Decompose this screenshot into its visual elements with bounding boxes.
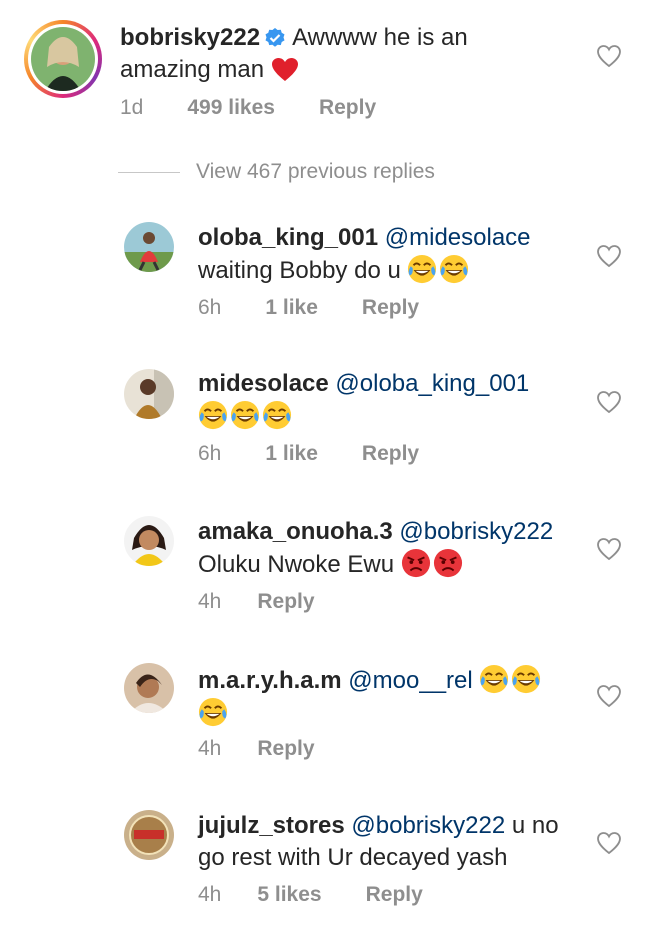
comment-meta: 4h 5 likes Reply <box>198 883 467 907</box>
heart-outline-icon[interactable] <box>596 831 622 855</box>
red-heart-emoji <box>271 58 298 81</box>
comment-meta: 6h 1 like Reply <box>198 296 463 320</box>
tears-of-joy-emoji <box>511 664 541 694</box>
reply-text: oloba_king_001 @midesolace waiting Bobby… <box>198 224 531 284</box>
avatar[interactable] <box>124 222 174 272</box>
reply-button[interactable]: Reply <box>366 883 423 906</box>
likes-count[interactable]: 1 like <box>265 442 318 465</box>
angry-face-emoji <box>401 548 431 578</box>
heart-outline-icon[interactable] <box>596 537 622 561</box>
comment-meta: 4h Reply <box>198 590 359 614</box>
tears-of-joy-emoji <box>479 664 509 694</box>
avatar[interactable] <box>124 810 174 860</box>
tears-of-joy-emoji <box>439 254 469 284</box>
timestamp: 6h <box>198 296 222 319</box>
divider <box>118 171 180 173</box>
reply-text: jujulz_stores @bobrisky222 u no go rest … <box>198 812 559 871</box>
mention-link[interactable]: @oloba_king_001 <box>335 370 529 397</box>
mention-link[interactable]: @bobrisky222 <box>351 812 505 839</box>
reply-button[interactable]: Reply <box>257 737 314 760</box>
avatar[interactable] <box>124 369 174 419</box>
likes-count[interactable]: 1 like <box>265 296 318 319</box>
comment-meta: 6h 1 like Reply <box>198 442 463 466</box>
heart-outline-icon[interactable] <box>596 684 622 708</box>
tears-of-joy-emoji <box>230 400 260 430</box>
mention-link[interactable]: @moo__rel <box>348 667 472 694</box>
tears-of-joy-emoji <box>198 400 228 430</box>
main-comment-text: bobrisky222 Awwww he is an amazing man <box>120 24 468 83</box>
reply-button[interactable]: Reply <box>319 96 376 119</box>
reply-text: m.a.r.y.h.a.m @moo__rel <box>198 664 543 730</box>
avatar[interactable] <box>124 516 174 566</box>
view-previous-replies[interactable]: View 467 previous replies <box>118 158 435 186</box>
likes-count[interactable]: 499 likes <box>187 96 275 119</box>
username[interactable]: bobrisky222 <box>120 24 260 51</box>
reply-button[interactable]: Reply <box>257 590 314 613</box>
heart-outline-icon[interactable] <box>596 244 622 268</box>
reply-text: amaka_onuoha.3 @bobrisky222 Oluku Nwoke … <box>198 518 554 578</box>
avatar[interactable] <box>124 663 174 713</box>
tears-of-joy-emoji <box>262 400 292 430</box>
timestamp: 6h <box>198 442 222 465</box>
reply-text: midesolace @oloba_king_001 <box>198 368 529 433</box>
reply-button[interactable]: Reply <box>362 442 419 465</box>
heart-outline-icon[interactable] <box>596 44 622 68</box>
comment-meta: 4h Reply <box>198 737 359 761</box>
tears-of-joy-emoji <box>407 254 437 284</box>
tears-of-joy-emoji <box>198 697 228 727</box>
angry-face-emoji <box>433 548 463 578</box>
timestamp: 4h <box>198 737 222 760</box>
timestamp: 4h <box>198 883 222 906</box>
avatar[interactable] <box>24 20 102 98</box>
timestamp: 4h <box>198 590 222 613</box>
comment-meta: 1d 499 likes Reply <box>120 96 420 120</box>
mention-link[interactable]: @bobrisky222 <box>399 518 553 545</box>
likes-count[interactable]: 5 likes <box>257 883 321 906</box>
heart-outline-icon[interactable] <box>596 390 622 414</box>
verified-badge-icon <box>265 28 285 47</box>
timestamp: 1d <box>120 96 144 119</box>
mention-link[interactable]: @midesolace <box>385 224 531 251</box>
reply-button[interactable]: Reply <box>362 296 419 319</box>
